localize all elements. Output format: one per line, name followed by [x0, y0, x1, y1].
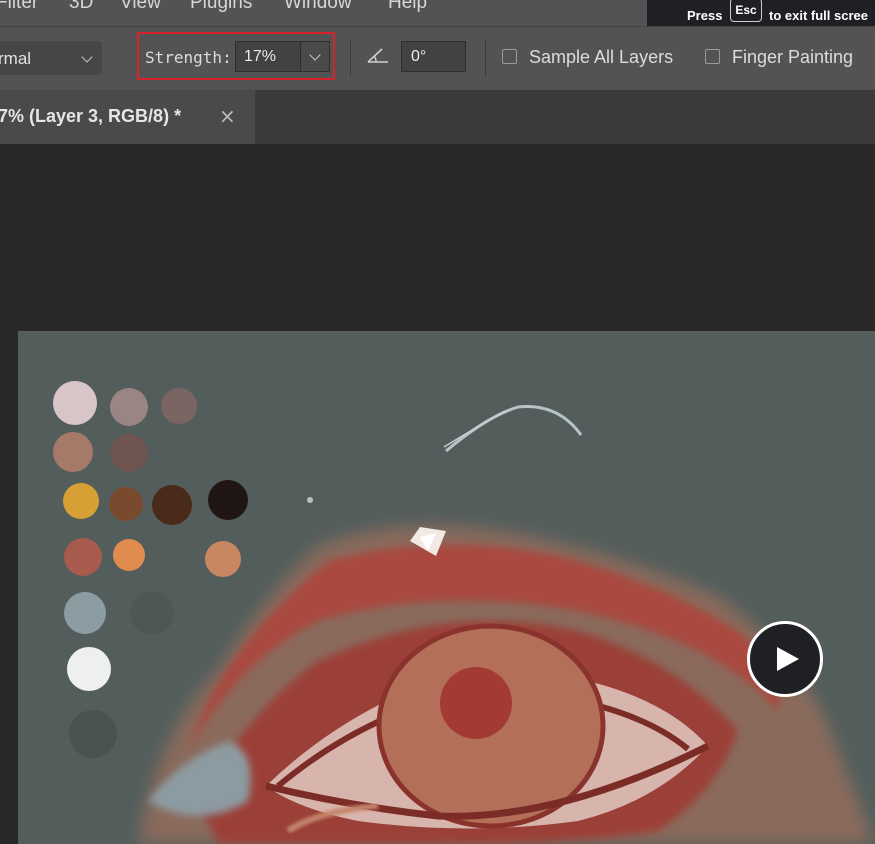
strength-value: 17% [244, 48, 277, 65]
esc-key: Esc [730, 0, 762, 22]
swatch [205, 541, 241, 577]
close-icon[interactable]: × [219, 104, 236, 128]
swatch [67, 647, 111, 691]
swatch [110, 388, 148, 426]
chevron-down-icon [309, 49, 321, 61]
play-button[interactable] [747, 621, 823, 697]
separator [350, 39, 351, 77]
angle-input[interactable]: 0° [401, 41, 466, 72]
swatch [69, 710, 117, 758]
strength-label: Strength: [145, 48, 232, 67]
fullscreen-notice-prefix: Press [687, 8, 723, 23]
canvas-painting[interactable] [18, 331, 875, 844]
swatch [113, 539, 145, 571]
swatch [161, 388, 197, 424]
sample-all-layers-label[interactable]: Sample All Layers [529, 47, 673, 68]
menu-help[interactable]: Help [388, 0, 427, 14]
swatch [53, 381, 97, 425]
swatch [64, 592, 106, 634]
swatch [208, 480, 248, 520]
chevron-down-icon [81, 51, 93, 63]
swatch [63, 483, 99, 519]
document-tab-bar: 7% (Layer 3, RGB/8) * × [0, 90, 875, 144]
sketch-dot [307, 497, 313, 503]
menu-window[interactable]: Window [284, 0, 352, 14]
blend-mode-value: rmal [0, 49, 32, 68]
menu-view[interactable]: View [120, 0, 161, 14]
strength-dropdown-button[interactable] [301, 41, 330, 72]
separator [485, 39, 486, 77]
blend-mode-select[interactable]: rmal [0, 41, 102, 75]
angle-icon [367, 48, 388, 63]
play-icon [777, 647, 799, 671]
angle-value: 0° [411, 48, 427, 65]
strength-input[interactable]: 17% [235, 41, 301, 72]
document-tab-title: 7% (Layer 3, RGB/8) * [0, 106, 182, 126]
fullscreen-notice-suffix: to exit full scree [769, 8, 868, 23]
finger-painting-checkbox[interactable] [705, 49, 720, 64]
sample-all-layers-checkbox[interactable] [502, 49, 517, 64]
swatch [110, 434, 148, 472]
swatch [152, 485, 192, 525]
swatch [53, 432, 93, 472]
tool-options-bar: rmal Strength: 17% 0° Sample All Layers … [0, 26, 875, 91]
swatch [109, 487, 143, 521]
swatch [130, 591, 174, 635]
document-tab[interactable]: 7% (Layer 3, RGB/8) * × [0, 90, 255, 144]
menu-filter[interactable]: Filter [0, 0, 38, 14]
finger-painting-label[interactable]: Finger Painting [732, 47, 853, 68]
swatch [64, 538, 102, 576]
menu-plugins[interactable]: Plugins [190, 0, 252, 14]
menu-3d[interactable]: 3D [69, 0, 93, 14]
